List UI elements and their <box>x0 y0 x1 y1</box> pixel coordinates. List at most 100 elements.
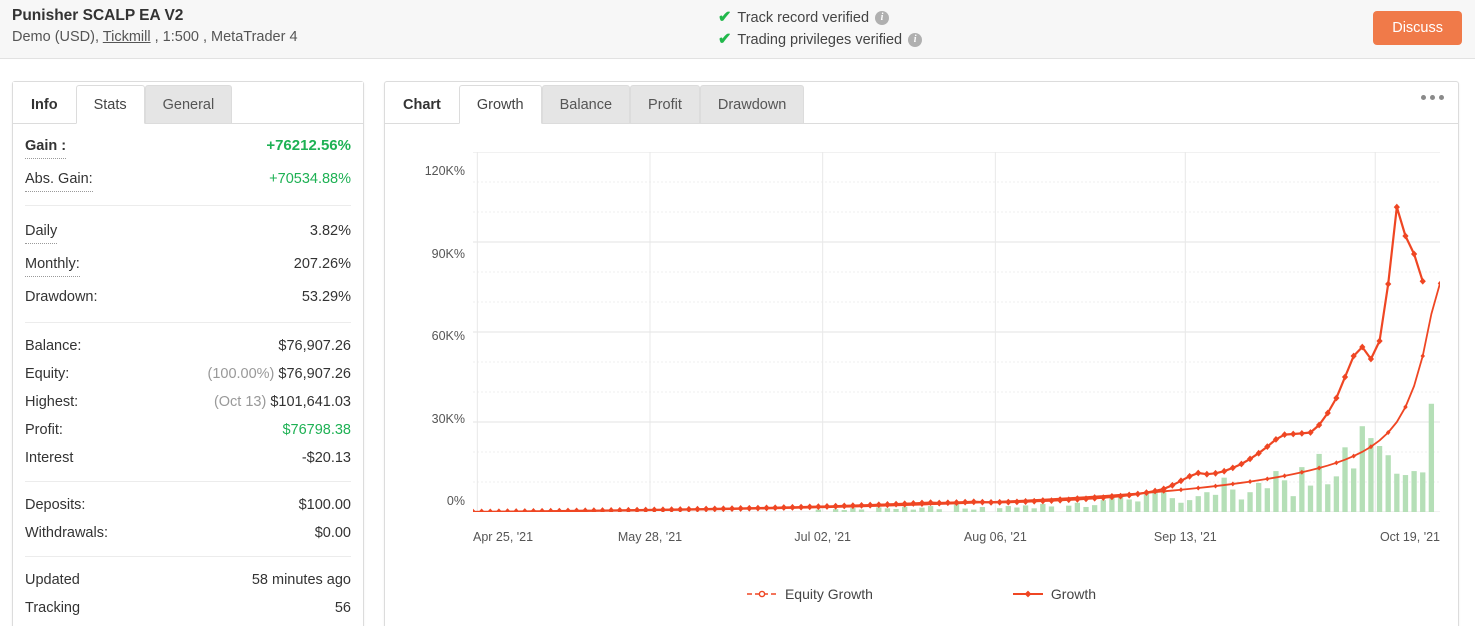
series-marker <box>737 505 744 512</box>
volume-bar <box>919 507 925 512</box>
series-marker <box>970 498 977 506</box>
chart-tab-growth[interactable]: Growth <box>458 85 542 124</box>
volume-bar <box>1376 446 1383 512</box>
series-marker <box>1334 460 1339 466</box>
kebab-menu-icon[interactable] <box>1421 95 1444 100</box>
chart-legend: Equity Growth Growth <box>385 586 1458 602</box>
sidebar-tab-stats[interactable]: Stats <box>75 85 145 124</box>
stat-label[interactable]: Abs. Gain: <box>25 167 93 192</box>
broker-link[interactable]: Tickmill <box>103 29 151 45</box>
series-marker <box>1195 469 1202 477</box>
volume-bar <box>1212 494 1219 512</box>
x-axis-tick-label: Jul 02, '21 <box>794 530 851 544</box>
sidebar-tabbar: Info Stats General <box>13 82 363 124</box>
volume-bar <box>1394 473 1400 512</box>
stats-list: Gain : +76212.56% Abs. Gain: +70534.88% Dail… <box>13 124 363 626</box>
legend-item-equity-growth[interactable]: Equity Growth <box>746 586 873 602</box>
stats-panel: Info Stats General Gain : +76212.56% Abs. Ga… <box>12 81 364 626</box>
series-marker <box>1282 473 1287 479</box>
stat-label: Tracking <box>25 600 81 616</box>
series-marker <box>599 507 606 514</box>
account-subtitle: Demo (USD), Tickmill , 1:500 , MetaTrade… <box>12 26 298 48</box>
series-marker <box>823 503 831 510</box>
series-marker <box>728 505 736 513</box>
stat-value: +70534.88% <box>269 171 351 187</box>
volume-bar <box>1221 477 1227 512</box>
volume-bar <box>1256 482 1262 512</box>
chart-tab-balance[interactable]: Balance <box>541 85 631 124</box>
stat-row: Highest: (Oct 13) $101,641.03 <box>25 388 351 416</box>
series-marker <box>754 504 762 512</box>
volume-bar <box>1402 475 1409 512</box>
volume-bar <box>1290 496 1296 512</box>
series-marker <box>1290 430 1297 438</box>
legend-item-growth[interactable]: Growth <box>1012 586 1097 602</box>
verification-badges: ✔ Track record verified i ✔ Trading priv… <box>718 7 923 51</box>
y-axis-tick-label: 30K% <box>431 411 465 426</box>
stat-label[interactable]: Monthly: <box>25 252 80 277</box>
stat-row: Updated 58 minutes ago <box>25 566 351 594</box>
stat-value: $76798.38 <box>282 422 351 438</box>
volume-bar <box>1281 480 1288 512</box>
stat-label: Equity: <box>25 366 70 382</box>
x-axis-tick-label: Sep 13, '21 <box>1153 530 1217 544</box>
legend-label: Growth <box>1050 586 1097 602</box>
series-marker <box>504 508 511 516</box>
sidebar-tab-info: Info <box>31 97 58 113</box>
series-marker <box>1265 476 1270 482</box>
series-marker <box>469 508 477 516</box>
info-icon[interactable]: i <box>875 11 890 25</box>
volume-bar <box>1342 447 1348 512</box>
series-marker <box>573 507 580 515</box>
sidebar-tab-general[interactable]: General <box>144 85 233 124</box>
stat-value: 53.29% <box>301 289 351 305</box>
stat-row: Equity: (100.00%) $76,907.26 <box>25 360 351 388</box>
volume-bar <box>1186 500 1193 512</box>
chart-tabbar: Chart Growth Balance Profit Drawdown <box>385 82 1458 124</box>
series-marker <box>1126 491 1133 499</box>
volume-bar <box>910 509 916 512</box>
info-icon[interactable]: i <box>908 33 923 47</box>
stat-label[interactable]: Gain : <box>25 134 67 159</box>
chart-tab-drawdown[interactable]: Drawdown <box>699 85 805 124</box>
series-marker <box>1247 479 1253 485</box>
page-title: Punisher SCALP EA V2 <box>12 7 184 24</box>
series-line-growth <box>473 207 1423 512</box>
series-marker <box>1212 469 1219 477</box>
series-marker <box>892 500 900 508</box>
series-marker <box>858 501 865 509</box>
volume-bar <box>1264 488 1270 512</box>
chart-tab-chart: Chart <box>403 97 441 113</box>
discuss-button[interactable]: Discuss <box>1373 11 1462 45</box>
series-marker <box>815 503 822 511</box>
y-axis-labels: 0% 30K% 60K% 90K% 120K% <box>385 144 465 512</box>
check-icon: ✔ <box>718 9 732 26</box>
x-axis-labels: Apr 25, '21 May 28, '21 Jul 02, '21 Aug 06,… <box>473 530 1440 550</box>
stat-value-prefix: (100.00%) <box>207 366 279 382</box>
stat-value: $0.00 <box>314 525 351 541</box>
divider <box>25 481 351 482</box>
chart-tab-profit[interactable]: Profit <box>630 85 700 124</box>
series-marker <box>884 501 891 508</box>
plot-area <box>469 152 1443 516</box>
stat-value: -$20.13 <box>301 450 351 466</box>
series-marker <box>1420 353 1425 359</box>
series-marker <box>694 505 701 513</box>
series-marker <box>1039 497 1046 505</box>
series-marker <box>495 508 503 516</box>
chart-panel: Chart Growth Balance Profit Drawdown 0% 30K% 6… <box>384 81 1459 626</box>
volume-bar <box>1083 506 1089 512</box>
series-marker <box>772 504 779 512</box>
series-marker <box>703 505 710 513</box>
series-marker <box>530 508 537 515</box>
series-marker <box>1169 481 1176 489</box>
series-marker <box>1419 277 1426 285</box>
series-marker <box>1341 373 1349 381</box>
series-marker <box>987 499 995 506</box>
verification-trading-privileges: ✔ Trading privileges verified i <box>718 29 923 51</box>
volume-bar <box>1307 485 1314 512</box>
stat-label[interactable]: Daily <box>25 219 58 244</box>
series-marker <box>901 500 908 508</box>
volume-bar <box>997 508 1003 512</box>
stat-value: (Oct 13) $101,641.03 <box>213 394 351 410</box>
